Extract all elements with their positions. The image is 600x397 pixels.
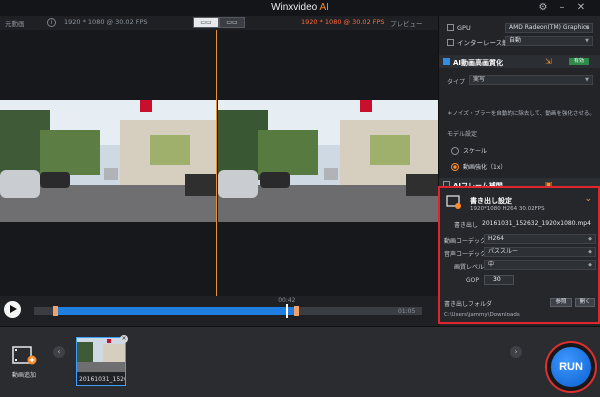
timeline-track[interactable]	[34, 304, 422, 318]
scroll-left-icon[interactable]: ‹	[53, 346, 65, 358]
split-view-button[interactable]: ▭▭	[193, 17, 219, 28]
preview-header: 元動画 i 1920 * 1080 @ 30.02 FPS ▭▭ ▭▭ 1920…	[0, 16, 438, 30]
open-folder-button[interactable]: 開く	[575, 298, 595, 307]
output-resolution: 1920 * 1080 @ 30.02 FPS	[301, 18, 385, 26]
gpu-select[interactable]: AMD Radeon(TM) Graphics ▼	[505, 23, 593, 33]
collapse-chevron-icon[interactable]: ⌄	[584, 194, 592, 204]
side-by-side-view-button[interactable]: ▭▭	[219, 17, 245, 28]
gop-input[interactable]: 30	[484, 275, 514, 285]
scale-radio[interactable]	[451, 147, 459, 155]
enhance-radio[interactable]	[451, 163, 459, 171]
info-icon[interactable]: i	[47, 18, 56, 27]
original-video-frame	[0, 100, 216, 222]
video-codec-label: 動画コーデック	[444, 238, 487, 245]
compare-icon[interactable]: ⇲	[545, 57, 552, 66]
type-select[interactable]: 実写 ▼	[469, 75, 593, 85]
quality-label: 画質レベル	[454, 264, 485, 271]
trim-start-handle[interactable]	[53, 306, 59, 316]
trim-range	[57, 307, 294, 315]
ai-enhance-checkbox[interactable]	[443, 58, 450, 65]
title-bar: Winxvideo AI ⚙ – ✕	[0, 0, 600, 16]
output-video-frame	[218, 100, 438, 222]
browse-button[interactable]: 参照	[550, 298, 572, 307]
deinterlace-checkbox[interactable]	[447, 39, 454, 46]
quality-select[interactable]: 中 ◆	[484, 260, 596, 270]
film-add-icon	[12, 346, 37, 365]
video-preview-area	[0, 30, 438, 312]
play-button[interactable]	[4, 301, 21, 318]
export-icon	[446, 195, 461, 209]
scroll-right-icon[interactable]: ›	[510, 346, 522, 358]
export-title: 書き出し設定	[470, 197, 512, 205]
end-time: 01:05	[398, 308, 416, 315]
scale-option[interactable]: スケール	[451, 146, 487, 155]
gpu-row: GPU	[447, 24, 471, 32]
video-codec-select[interactable]: H264 ◆	[484, 234, 596, 244]
chevron-down-icon: ◆	[588, 249, 592, 255]
original-resolution: 1920 * 1080 @ 30.02 FPS	[64, 18, 148, 26]
gop-label: GOP	[466, 277, 479, 284]
export-summary: 1920*1080 H264 30.02FPS	[470, 206, 545, 212]
output-folder-label: 書き出しフォルダ	[444, 301, 493, 308]
app-title: Winxvideo AI	[271, 2, 329, 13]
gpu-checkbox[interactable]	[447, 24, 454, 31]
add-video-button[interactable]: 動画追加	[8, 345, 40, 383]
original-label: 元動画	[5, 20, 25, 28]
filename-label: 書き出し	[454, 222, 479, 229]
enabled-badge: 有効	[569, 58, 589, 65]
playback-bar: 00:42 01:05	[0, 296, 438, 326]
media-strip: 動画追加 ‹ × 20161031_1526... ›	[0, 326, 600, 397]
audio-codec-label: 音声コーデック	[444, 251, 487, 258]
output-path: C:\Users\jammy\Downloads	[444, 312, 520, 318]
trim-end-handle[interactable]	[293, 306, 299, 316]
enhance-option[interactable]: 動画強化（1x）	[451, 162, 506, 171]
ai-enhance-section-header[interactable]: AI動画高画質化 ⇲ 有効	[439, 55, 600, 68]
playhead[interactable]	[286, 304, 289, 318]
split-divider[interactable]	[216, 30, 217, 312]
chevron-down-icon: ▼	[585, 38, 589, 44]
model-label: モデル設定	[447, 131, 478, 138]
thumbnail-image	[77, 338, 125, 372]
run-button[interactable]: RUN	[545, 341, 597, 393]
filename-field[interactable]: 20161031_152632_1920x1080.mp4	[482, 220, 591, 227]
settings-gear-icon[interactable]: ⚙	[537, 2, 549, 14]
chevron-down-icon: ◆	[588, 262, 592, 268]
video-thumbnail[interactable]: × 20161031_1526...	[76, 335, 128, 386]
chevron-down-icon: ▼	[585, 25, 589, 31]
ai-description: ＊ノイズ・ブラーを自動的に除去して、動画を強化させる。	[447, 111, 595, 117]
chevron-down-icon: ◆	[588, 236, 592, 242]
deinterlace-select[interactable]: 自動 ▼	[505, 36, 593, 46]
current-time: 00:42	[278, 297, 296, 304]
close-icon[interactable]: ✕	[575, 2, 587, 14]
view-mode-toggle: ▭▭ ▭▭	[193, 17, 245, 28]
export-settings-panel: 書き出し設定 1920*1080 H264 30.02FPS ⌄ 書き出し 20…	[438, 186, 600, 324]
audio-codec-select[interactable]: パススルー ◆	[484, 247, 596, 257]
preview-label: プレビュー	[390, 20, 423, 28]
minimize-icon[interactable]: –	[556, 2, 568, 14]
remove-video-icon[interactable]: ×	[120, 335, 128, 343]
type-label: タイプ	[447, 79, 466, 86]
chevron-down-icon: ▼	[585, 77, 589, 83]
